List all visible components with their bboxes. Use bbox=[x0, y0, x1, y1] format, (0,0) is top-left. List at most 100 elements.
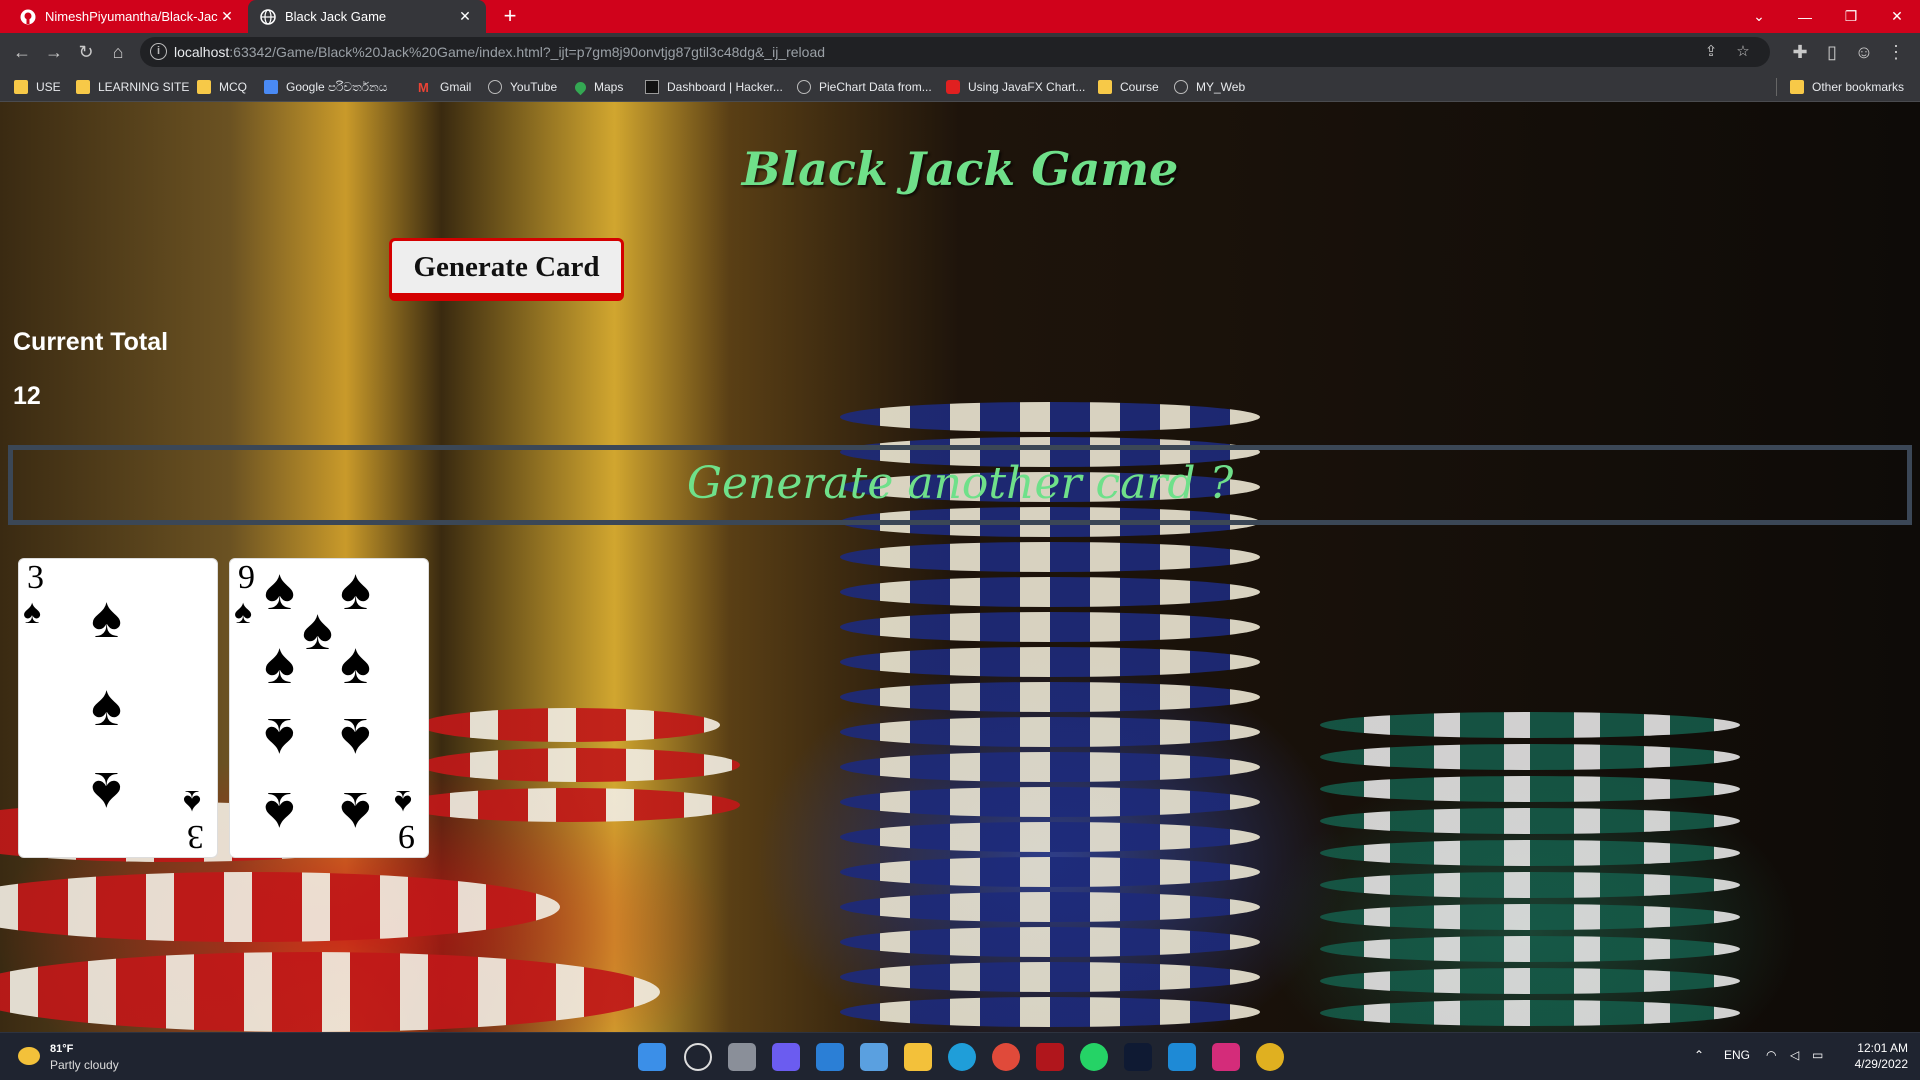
edge-icon[interactable] bbox=[948, 1043, 976, 1071]
start-icon[interactable] bbox=[638, 1043, 666, 1071]
system-clock[interactable]: 12:01 AM 4/29/2022 bbox=[1838, 1040, 1908, 1072]
bookmark-mcq[interactable]: MCQ bbox=[197, 77, 247, 97]
bookmark-use[interactable]: USE bbox=[14, 77, 61, 97]
bookmark-piechart[interactable]: PieChart Data from... bbox=[797, 77, 932, 97]
photos-icon[interactable] bbox=[860, 1043, 888, 1071]
home-button[interactable]: ⌂ bbox=[106, 40, 130, 64]
bookmark-google-translate[interactable]: Google පරිවර්තනය bbox=[264, 77, 387, 97]
bookmark-course[interactable]: Course bbox=[1098, 77, 1159, 97]
bookmark-other[interactable]: Other bookmarks bbox=[1790, 77, 1904, 97]
file-explorer-icon[interactable] bbox=[904, 1043, 932, 1071]
globe-icon bbox=[488, 80, 502, 94]
playing-card-9-spades: 9 ♠ ♠ ♠ ♠ ♠ ♠ ♠ ♠ ♠ ♠ ♠ 9 bbox=[229, 558, 429, 858]
spade-icon: ♠ bbox=[394, 783, 413, 821]
gmail-icon: M bbox=[418, 80, 429, 95]
new-tab-button[interactable]: + bbox=[498, 5, 522, 29]
forward-button[interactable]: → bbox=[42, 40, 66, 64]
whatsapp-icon[interactable] bbox=[1080, 1043, 1108, 1071]
vscode-icon[interactable] bbox=[1168, 1043, 1196, 1071]
temperature: 81°F bbox=[50, 1043, 74, 1055]
clock-time: 12:01 AM bbox=[1857, 1041, 1908, 1055]
spade-icon: ♠ bbox=[340, 557, 371, 622]
bookmark-hackerrank[interactable]: Dashboard | Hacker... bbox=[645, 77, 783, 97]
volume-icon[interactable]: ◁ bbox=[1790, 1048, 1799, 1062]
folder-icon bbox=[14, 80, 28, 94]
tab-title: Black Jack Game bbox=[285, 9, 387, 24]
tab-close-icon[interactable]: ✕ bbox=[456, 8, 474, 25]
wifi-icon[interactable]: ◠ bbox=[1766, 1048, 1776, 1062]
spade-icon: ♠ bbox=[183, 783, 202, 821]
weather-icon bbox=[18, 1047, 40, 1065]
app-icon-2[interactable] bbox=[1256, 1043, 1284, 1071]
site-info-icon[interactable]: i bbox=[150, 43, 167, 60]
intellij-icon[interactable] bbox=[1212, 1043, 1240, 1071]
bookmark-my-web[interactable]: MY_Web bbox=[1174, 77, 1245, 97]
folder-icon bbox=[76, 80, 90, 94]
spade-icon: ♠ bbox=[91, 760, 122, 825]
spade-icon: ♠ bbox=[91, 585, 122, 650]
bookmark-learning-site[interactable]: LEARNING SITE bbox=[76, 77, 189, 97]
bookmark-gmail[interactable]: M Gmail bbox=[418, 77, 471, 97]
card-rank: 3 bbox=[27, 559, 44, 596]
side-panel-icon[interactable]: ▯ bbox=[1820, 40, 1844, 64]
tab-black-jack-game[interactable]: Black Jack Game ✕ bbox=[248, 0, 486, 33]
bookmark-star-icon[interactable]: ☆ bbox=[1732, 41, 1754, 63]
spade-icon: ♠ bbox=[91, 673, 122, 738]
globe-icon bbox=[260, 8, 276, 25]
battery-icon[interactable]: ▭ bbox=[1812, 1048, 1823, 1062]
back-button[interactable]: ← bbox=[10, 40, 34, 64]
card-rank: 9 bbox=[398, 818, 415, 855]
bookmark-maps[interactable]: Maps bbox=[572, 77, 623, 97]
generate-another-prompt[interactable]: Generate another card ? bbox=[8, 445, 1912, 525]
extensions-icon[interactable]: ✚ bbox=[1788, 40, 1812, 64]
task-view-icon[interactable] bbox=[728, 1043, 756, 1071]
share-icon[interactable]: ⇪ bbox=[1700, 41, 1722, 63]
bookmark-youtube[interactable]: YouTube bbox=[488, 77, 557, 97]
search-icon[interactable] bbox=[684, 1043, 712, 1071]
spade-icon: ♠ bbox=[340, 780, 371, 845]
spade-icon: ♠ bbox=[340, 706, 371, 771]
page-title: Black Jack Game bbox=[741, 142, 1179, 196]
app-icon[interactable] bbox=[1036, 1043, 1064, 1071]
browser-tab-strip: NimeshPiyumantha/Black-Jack-G ✕ Black Ja… bbox=[0, 0, 1920, 33]
bookmarks-bar: USE LEARNING SITE MCQ Google පරිවර්තනය M… bbox=[0, 71, 1920, 102]
generate-card-button[interactable]: Generate Card bbox=[389, 238, 624, 301]
clock-date: 4/29/2022 bbox=[1854, 1057, 1908, 1071]
tray-chevron-icon[interactable]: ⌃ bbox=[1694, 1048, 1704, 1062]
tab-title: NimeshPiyumantha/Black-Jack-G bbox=[45, 9, 218, 24]
tab-github[interactable]: NimeshPiyumantha/Black-Jack-G ✕ bbox=[8, 0, 248, 33]
chrome-icon[interactable] bbox=[992, 1043, 1020, 1071]
globe-icon bbox=[1174, 80, 1188, 94]
windows-taskbar: 81°F Partly cloudy ⌃ ENG ◠ ◁ ▭ 12:01 AM … bbox=[0, 1032, 1920, 1080]
url-text[interactable]: localhost:63342/Game/Black%20Jack%20Game… bbox=[174, 44, 825, 60]
tab-close-icon[interactable]: ✕ bbox=[218, 8, 236, 25]
menu-icon[interactable]: ⋮ bbox=[1884, 40, 1908, 64]
photoshop-icon[interactable] bbox=[1124, 1043, 1152, 1071]
spade-icon: ♠ bbox=[264, 631, 295, 696]
oracle-icon bbox=[946, 80, 960, 94]
address-bar[interactable]: i localhost:63342/Game/Black%20Jack%20Ga… bbox=[140, 37, 1770, 67]
translate-icon bbox=[264, 80, 278, 94]
restore-button[interactable]: ❐ bbox=[1828, 0, 1874, 33]
spade-icon: ♠ bbox=[264, 780, 295, 845]
mail-icon[interactable] bbox=[816, 1043, 844, 1071]
card-rank: 9 bbox=[238, 559, 255, 596]
spade-icon: ♠ bbox=[264, 557, 295, 622]
tab-search-icon[interactable]: ⌄ bbox=[1736, 0, 1782, 33]
weather-widget[interactable]: 81°F Partly cloudy bbox=[18, 1041, 148, 1073]
chat-icon[interactable] bbox=[772, 1043, 800, 1071]
profile-avatar[interactable]: ☺ bbox=[1852, 40, 1876, 64]
close-window-button[interactable]: ✕ bbox=[1874, 0, 1920, 33]
bookmark-javafx-chart[interactable]: Using JavaFX Chart... bbox=[946, 77, 1085, 97]
weather-condition: Partly cloudy bbox=[50, 1058, 119, 1072]
bookmark-divider bbox=[1776, 78, 1777, 96]
reload-button[interactable]: ↻ bbox=[74, 40, 98, 64]
folder-icon bbox=[1098, 80, 1112, 94]
minimize-button[interactable]: — bbox=[1782, 0, 1828, 33]
language-indicator[interactable]: ENG bbox=[1724, 1048, 1750, 1062]
browser-toolbar: ← → ↻ ⌂ i localhost:63342/Game/Black%20J… bbox=[0, 33, 1920, 71]
github-icon bbox=[20, 9, 36, 24]
background-chip-stack-green bbox=[1320, 712, 1740, 1032]
spade-icon: ♠ bbox=[302, 597, 333, 662]
prompt-text: Generate another card ? bbox=[686, 458, 1234, 509]
